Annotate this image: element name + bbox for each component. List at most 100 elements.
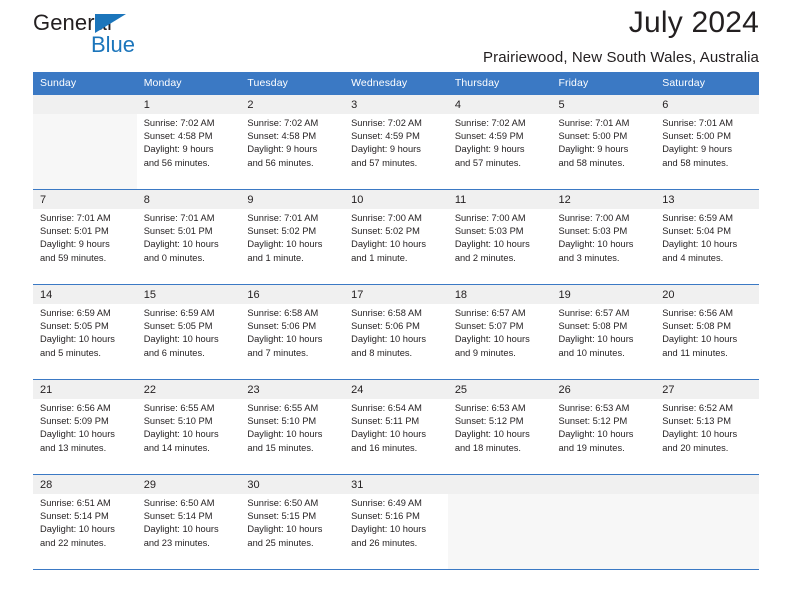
daylight-text-cont: and 16 minutes. [351,442,418,453]
daylight-text: Daylight: 10 hours [454,429,530,440]
weekday-header-monday: Monday [136,72,241,95]
sunrise-text: Sunrise: 7:00 AM [454,213,526,223]
day-number[interactable]: 13 [655,189,759,209]
day-cell[interactable]: Sunrise: 6:56 AM Sunset: 5:09 PM Daylight:… [33,399,137,475]
sunrise-text: Sunrise: 7:02 AM [454,118,526,128]
day-number[interactable]: 2 [240,94,345,114]
daylight-text: Daylight: 10 hours [143,239,219,250]
day-number[interactable]: 30 [240,474,345,494]
general-blue-logo[interactable]: General Blue [33,12,213,62]
sunrise-text: Sunrise: 6:57 AM [454,308,526,318]
day-number[interactable]: 24 [344,379,448,399]
day-cell[interactable]: Sunrise: 6:58 AM Sunset: 5:06 PM Daylight:… [240,304,345,380]
day-number[interactable]: 8 [136,189,241,209]
day-number[interactable]: 22 [136,379,241,399]
day-cell[interactable]: Sunrise: 6:58 AM Sunset: 5:06 PM Daylight:… [344,304,448,380]
day-cell[interactable]: Sunrise: 7:02 AM Sunset: 4:59 PM Daylight:… [344,114,448,190]
day-number[interactable]: 28 [33,474,137,494]
day-cell[interactable]: Sunrise: 7:01 AM Sunset: 5:02 PM Daylight:… [240,209,345,285]
day-cell[interactable]: Sunrise: 6:52 AM Sunset: 5:13 PM Daylight:… [655,399,759,475]
day-number[interactable]: 12 [551,189,656,209]
day-cell[interactable]: Sunrise: 7:02 AM Sunset: 4:58 PM Daylight:… [240,114,345,190]
daylight-text: Daylight: 9 hours [558,144,629,155]
day-number[interactable]: 7 [33,189,137,209]
daylight-text-cont: and 15 minutes. [247,442,314,453]
day-cell[interactable]: Sunrise: 7:01 AM Sunset: 5:01 PM Daylight:… [33,209,137,285]
day-number[interactable]: 26 [551,379,656,399]
day-number[interactable]: 9 [240,189,345,209]
day-number[interactable]: 21 [33,379,137,399]
day-cell[interactable]: Sunrise: 7:00 AM Sunset: 5:02 PM Daylight:… [344,209,448,285]
day-number[interactable]: 3 [344,94,448,114]
day-cell[interactable]: Sunrise: 6:53 AM Sunset: 5:12 PM Daylight:… [551,399,656,475]
day-cell[interactable]: Sunrise: 6:54 AM Sunset: 5:11 PM Daylight:… [344,399,448,475]
daylight-text-cont: and 26 minutes. [351,537,418,548]
day-number[interactable]: 5 [551,94,656,114]
day-number[interactable]: 6 [655,94,759,114]
day-cell[interactable]: Sunrise: 6:59 AM Sunset: 5:05 PM Daylight:… [33,304,137,380]
sunrise-text: Sunrise: 6:57 AM [558,308,630,318]
day-cell-empty [33,114,137,190]
sunrise-text: Sunrise: 6:56 AM [40,403,111,413]
day-number[interactable]: 11 [447,189,552,209]
sunrise-text: Sunrise: 7:00 AM [558,213,630,223]
sunrise-text: Sunrise: 7:01 AM [40,213,111,223]
day-cell[interactable]: Sunrise: 7:00 AM Sunset: 5:03 PM Daylight:… [447,209,552,285]
sunrise-text: Sunrise: 6:59 AM [40,308,111,318]
sunrise-text: Sunrise: 6:51 AM [40,498,111,508]
day-number[interactable]: 10 [344,189,448,209]
day-number[interactable]: 29 [136,474,241,494]
daylight-text-cont: and 1 minute. [351,252,408,263]
sunset-text: Sunset: 5:07 PM [454,321,524,332]
day-number[interactable]: 19 [551,284,656,304]
sunset-text: Sunset: 5:14 PM [40,511,109,522]
day-cell[interactable]: Sunrise: 6:57 AM Sunset: 5:08 PM Daylight:… [551,304,656,380]
day-number[interactable]: 27 [655,379,759,399]
day-cell[interactable]: Sunrise: 6:59 AM Sunset: 5:04 PM Daylight:… [655,209,759,285]
day-cell[interactable]: Sunrise: 7:01 AM Sunset: 5:00 PM Daylight:… [655,114,759,190]
day-cell[interactable]: Sunrise: 6:55 AM Sunset: 5:10 PM Daylight:… [240,399,345,475]
day-number[interactable]: 16 [240,284,345,304]
daylight-text-cont: and 57 minutes. [351,157,418,168]
day-number[interactable]: 31 [344,474,448,494]
day-cell[interactable]: Sunrise: 7:02 AM Sunset: 4:59 PM Daylight:… [447,114,552,190]
daylight-text-cont: and 0 minutes. [143,252,205,263]
day-cell[interactable]: Sunrise: 6:53 AM Sunset: 5:12 PM Daylight:… [447,399,552,475]
day-number[interactable]: 4 [447,94,552,114]
day-number[interactable]: 25 [447,379,552,399]
day-cell[interactable]: Sunrise: 7:01 AM Sunset: 5:00 PM Daylight:… [551,114,656,190]
sunset-text: Sunset: 5:00 PM [662,131,731,142]
weekday-header-thursday: Thursday [447,72,552,95]
day-number-empty [655,474,759,494]
day-cell[interactable]: Sunrise: 7:00 AM Sunset: 5:03 PM Daylight:… [551,209,656,285]
daylight-text: Daylight: 9 hours [247,144,318,155]
day-number[interactable]: 17 [344,284,448,304]
day-cell[interactable]: Sunrise: 6:49 AM Sunset: 5:16 PM Daylight:… [344,494,448,569]
daylight-text-cont: and 59 minutes. [40,252,107,263]
sunset-text: Sunset: 5:08 PM [662,321,731,332]
day-cell[interactable]: Sunrise: 7:02 AM Sunset: 4:58 PM Daylight:… [136,114,241,190]
sunrise-text: Sunrise: 7:01 AM [662,118,734,128]
day-cell[interactable]: Sunrise: 6:55 AM Sunset: 5:10 PM Daylight:… [136,399,241,475]
day-cell[interactable]: Sunrise: 6:57 AM Sunset: 5:07 PM Daylight:… [447,304,552,380]
daylight-text: Daylight: 9 hours [40,239,110,250]
day-cell[interactable]: Sunrise: 6:56 AM Sunset: 5:08 PM Daylight:… [655,304,759,380]
day-number[interactable]: 1 [136,94,241,114]
day-cell-empty [655,494,759,569]
sunset-text: Sunset: 5:02 PM [351,226,420,237]
day-cell[interactable]: Sunrise: 6:50 AM Sunset: 5:14 PM Daylight:… [136,494,241,569]
daylight-text: Daylight: 10 hours [351,239,427,250]
day-number[interactable]: 20 [655,284,759,304]
day-number[interactable]: 14 [33,284,137,304]
day-number[interactable]: 18 [447,284,552,304]
sunrise-text: Sunrise: 6:59 AM [662,213,734,223]
day-number[interactable]: 23 [240,379,345,399]
masthead: General Blue July 2024 Prairiewood, New … [33,0,759,72]
day-cell[interactable]: Sunrise: 6:50 AM Sunset: 5:15 PM Daylight:… [240,494,345,569]
sunrise-text: Sunrise: 7:02 AM [351,118,422,128]
day-cell[interactable]: Sunrise: 6:59 AM Sunset: 5:05 PM Daylight:… [136,304,241,380]
day-cell[interactable]: Sunrise: 7:01 AM Sunset: 5:01 PM Daylight:… [136,209,241,285]
sunrise-text: Sunrise: 6:53 AM [558,403,630,413]
day-cell[interactable]: Sunrise: 6:51 AM Sunset: 5:14 PM Daylight:… [33,494,137,569]
day-number[interactable]: 15 [136,284,241,304]
